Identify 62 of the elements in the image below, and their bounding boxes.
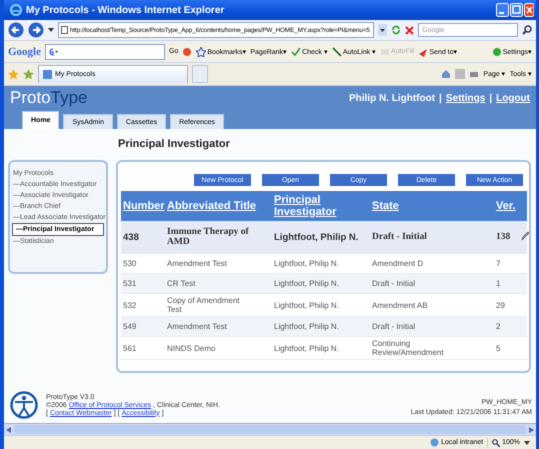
table-cell: Continuing Review/Amendment [370,336,494,360]
table-cell: Amendment Test [165,316,272,336]
table-row[interactable]: 531 CR Test Lightfoot, Philip N. Draft - Initial 1 [121,274,527,294]
scroll-left-icon [6,426,11,432]
window-title: My Protocols - Windows Internet Explorer [26,4,226,16]
table-cell: 531 [121,274,165,294]
accessibility-logo-icon [10,390,38,420]
forward-icon[interactable] [28,22,44,38]
table-cell: Draft - Initial [370,221,494,254]
ie-logo-icon [10,4,22,16]
refresh-icon[interactable] [391,25,401,35]
table-row[interactable]: 561 NINDS Demo Lightfoot, Philip N. Continuing Review/Amendment 5 [121,336,527,360]
add-favorites-icon[interactable] [23,68,34,80]
close-icon[interactable] [524,3,534,17]
table-cell: Draft - Initial [370,316,494,336]
header-link[interactable]: Logout [496,92,530,104]
column-header[interactable]: Number [121,191,165,221]
table-row[interactable]: 438 Immune Therapy of AMD Lightfoot, Philip N. Draft - Initial 138 [121,221,527,254]
stop-icon[interactable] [405,26,414,34]
user-name: Philip N. Lightfoot [348,92,436,104]
column-header[interactable]: State [370,191,494,221]
column-header[interactable]: Abbreviated Title [165,191,272,221]
table-cell: Lightfoot, Philip N. [272,221,370,254]
column-header[interactable]: Principal Investigator [272,191,370,221]
google-logo: Google [8,46,41,58]
google-search-field[interactable] [45,44,165,60]
app-logo: ProtoType [10,88,88,108]
zoom-icon [492,438,500,446]
table-cell: Draft - Initial [370,274,494,294]
home-icon[interactable] [441,69,452,79]
table-cell: Immune Therapy of AMD [165,221,272,254]
favorites-star-icon[interactable] [8,68,19,80]
send-icon [418,46,428,56]
maximize-icon[interactable] [510,3,523,17]
minimize-icon[interactable] [496,3,509,17]
table-cell: 5 [494,336,518,360]
scroll-right-icon [529,426,534,432]
table-cell: CR Test [165,274,272,294]
horizontal-scrollbar[interactable] [4,423,536,435]
table-cell: NINDS Demo [165,336,272,360]
back-icon[interactable] [8,22,24,38]
table-cell: 138 [494,221,518,254]
table-cell: 2 [494,316,518,336]
table-cell: 1 [494,274,518,294]
bookmark-icon [196,46,206,56]
search-icon[interactable] [522,25,532,35]
dropdown-arrow-icon[interactable] [524,440,530,444]
table-cell: Lightfoot, Philip N. [272,316,370,336]
table-cell: 549 [121,316,165,336]
separator: | [439,92,442,104]
column-header[interactable]: Ver. [494,191,518,221]
table-row[interactable]: 549 Amendment Test Lightfoot, Philip N. Draft - Initial 2 [121,316,527,336]
table-cell: 438 [121,221,165,254]
check-icon [291,46,302,56]
table-cell: Lightfoot, Philip N. [272,336,370,360]
page-heading: Principal Investigator [118,138,231,150]
separator: | [489,92,492,104]
table-cell: 561 [121,336,165,360]
header-link[interactable]: Settings [446,92,486,104]
dropdown-arrow-icon[interactable] [48,28,54,32]
table-cell: Lightfoot, Philip N. [272,274,370,294]
edit-icon[interactable] [520,230,529,240]
